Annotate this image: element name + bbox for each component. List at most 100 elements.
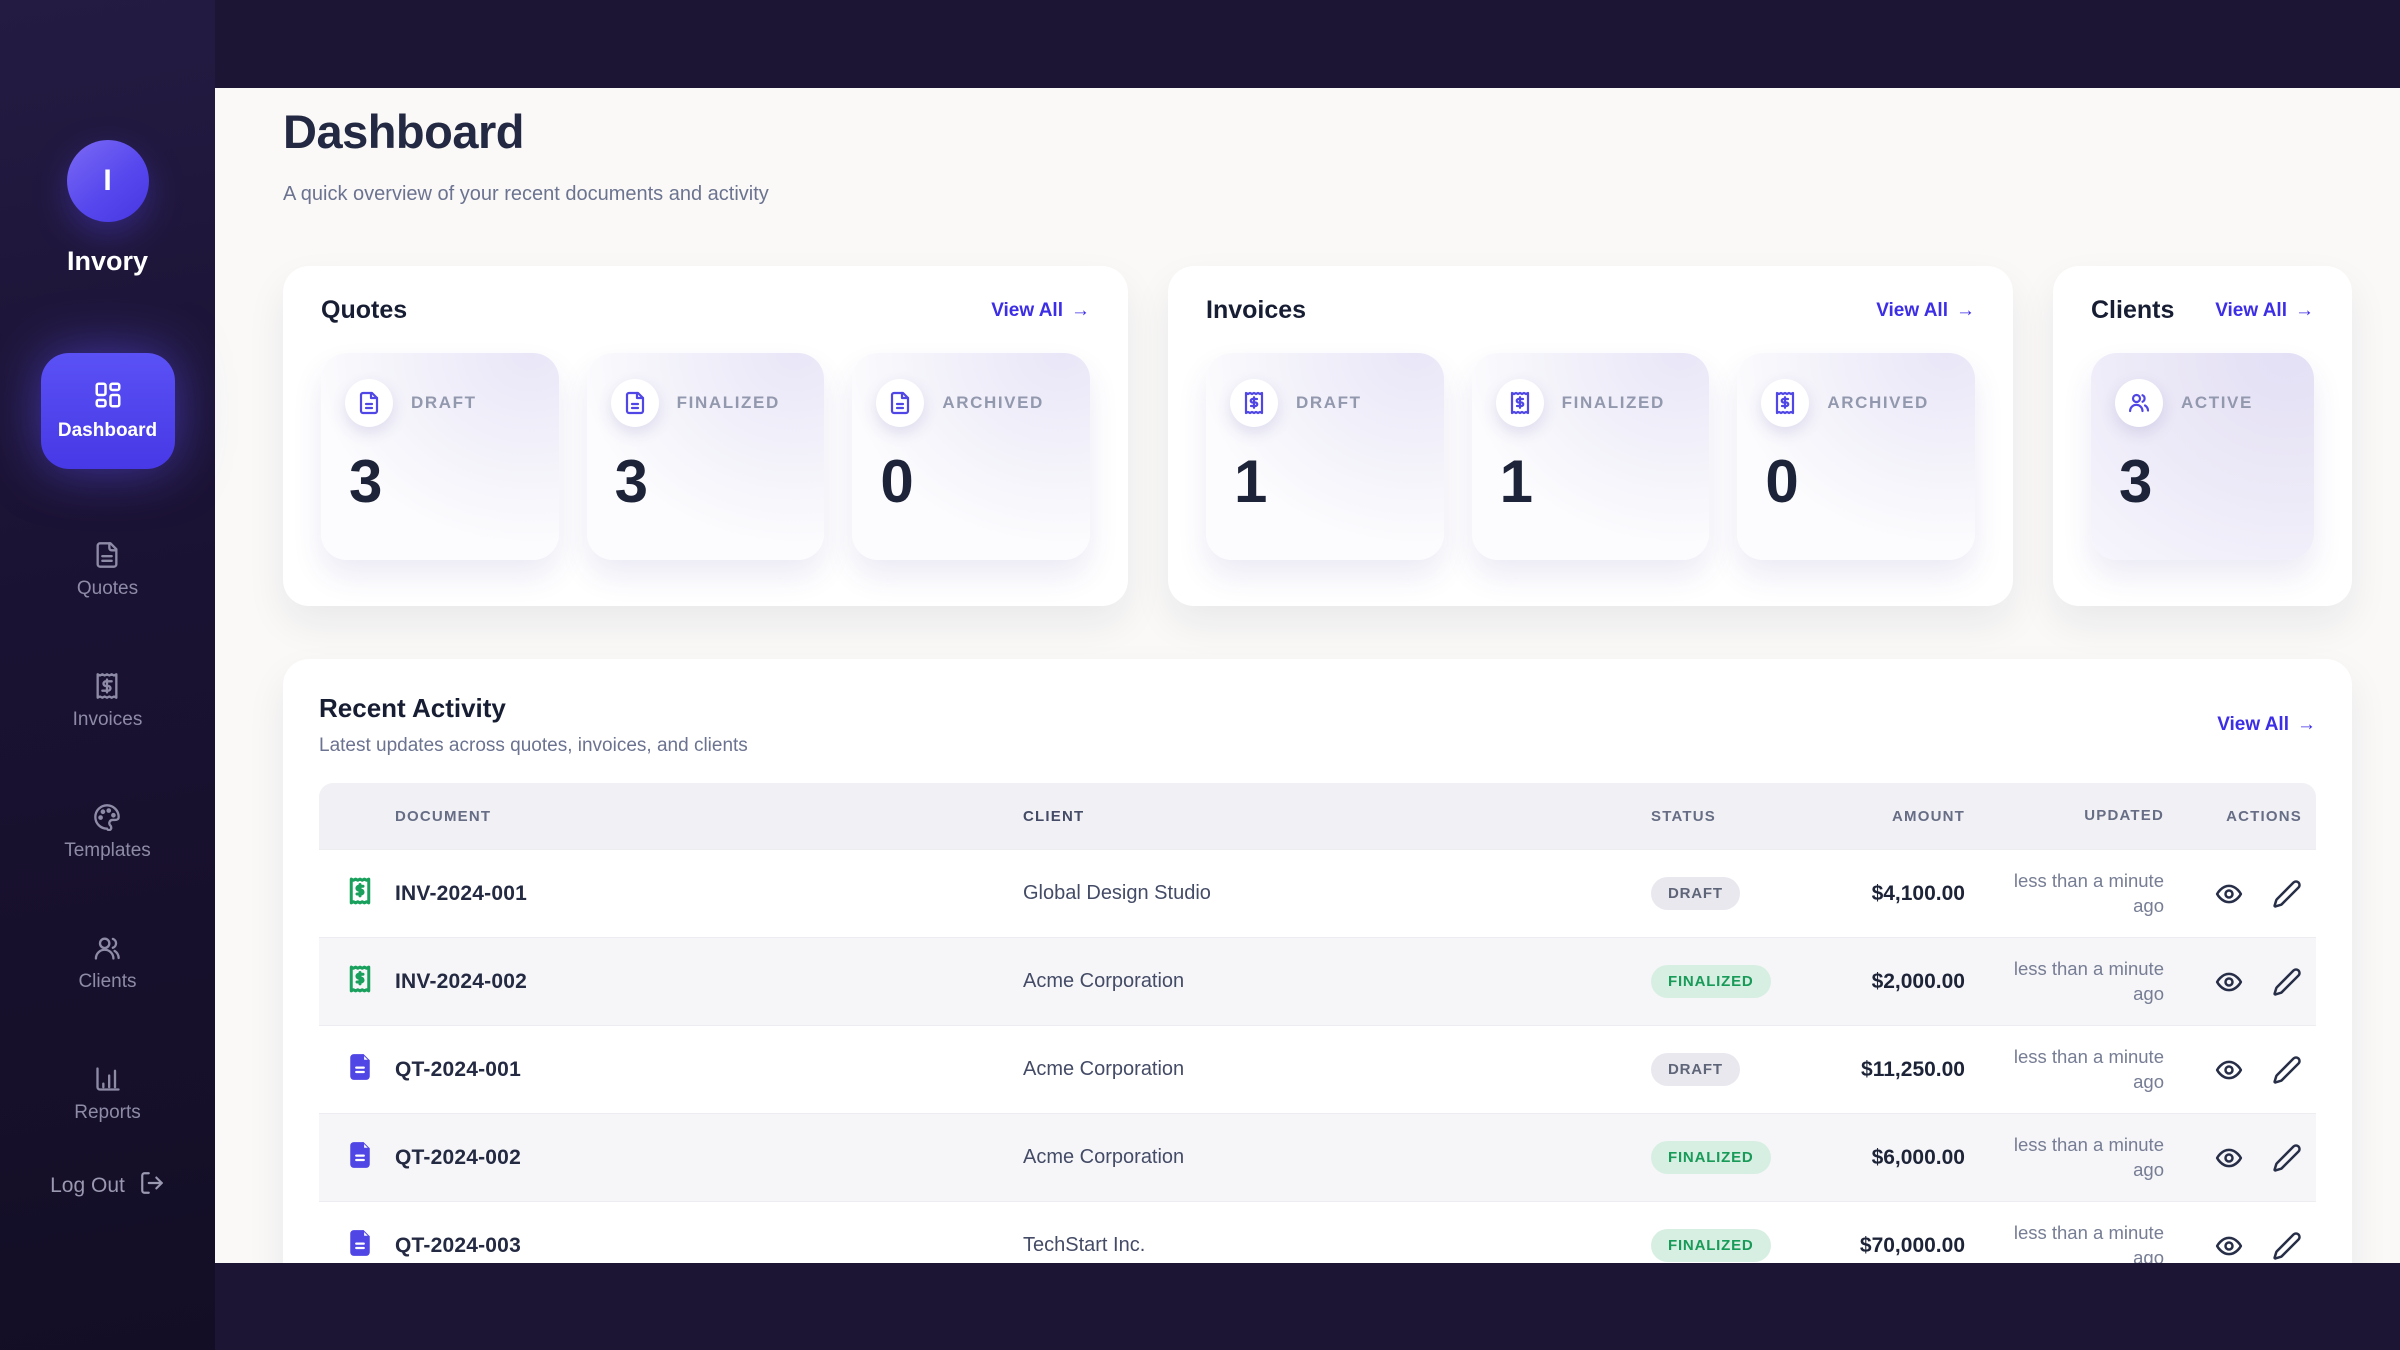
amount-value: $4,100.00 (1785, 882, 1975, 906)
view-button[interactable] (2214, 1055, 2244, 1085)
sidebar-item-templates[interactable]: Templates (64, 803, 151, 862)
receipt-icon (345, 964, 375, 1000)
file-text-icon (345, 379, 393, 427)
updated-text: less than a minute ago (1999, 869, 2164, 919)
stat-label: DRAFT (411, 393, 477, 413)
sidebar-item-label: Dashboard (58, 420, 157, 442)
invoices-view-all-link[interactable]: View All → (1876, 300, 1975, 322)
document-code: INV-2024-002 (395, 970, 527, 994)
quotes-view-all-link[interactable]: View All → (991, 300, 1090, 322)
status-badge: DRAFT (1651, 1053, 1740, 1086)
sidebar-item-dashboard[interactable]: Dashboard (41, 353, 175, 469)
recent-activity-subtitle: Latest updates across quotes, invoices, … (319, 735, 748, 757)
arrow-right-icon: → (2297, 714, 2316, 736)
pencil-icon (2275, 881, 2300, 906)
users-icon (93, 934, 121, 962)
document-code: QT-2024-003 (395, 1234, 521, 1258)
stat-label: ARCHIVED (942, 393, 1044, 413)
column-header-updated: UPDATED (1975, 806, 2170, 826)
amount-value: $2,000.00 (1785, 970, 1975, 994)
sidebar-item-label: Reports (74, 1102, 141, 1124)
status-badge: DRAFT (1651, 877, 1740, 910)
view-all-label: View All (2217, 714, 2289, 736)
clients-card: Clients View All → ACTIVE 3 (2053, 266, 2352, 606)
stat-value: 3 (615, 447, 801, 516)
updated-text: less than a minute ago (1999, 957, 2164, 1007)
file-text-icon (876, 379, 924, 427)
eye-icon (2217, 1237, 2241, 1253)
stat-value: 0 (880, 447, 1066, 516)
stat-value: 1 (1500, 447, 1686, 516)
summary-cards-row: Quotes View All → DRAFT 3 (283, 266, 2352, 606)
table-row: QT-2024-003 TechStart Inc. FINALIZED $70… (319, 1201, 2316, 1263)
receipt-icon (93, 672, 121, 700)
stat-value: 3 (349, 447, 535, 516)
file-text-icon (93, 541, 121, 569)
updated-text: less than a minute ago (1999, 1221, 2164, 1263)
edit-button[interactable] (2272, 879, 2302, 909)
column-header-document: DOCUMENT (319, 808, 1007, 825)
sidebar-item-label: Quotes (77, 578, 138, 600)
edit-button[interactable] (2272, 1055, 2302, 1085)
eye-icon (2217, 1149, 2241, 1165)
document-code: QT-2024-002 (395, 1146, 521, 1170)
eye-icon (2217, 1061, 2241, 1077)
stat-label: FINALIZED (677, 393, 780, 413)
stat-value: 1 (1234, 447, 1420, 516)
quotes-card: Quotes View All → DRAFT 3 (283, 266, 1128, 606)
stat-label: DRAFT (1296, 393, 1362, 413)
table-row: INV-2024-001 Global Design Studio DRAFT … (319, 849, 2316, 937)
pencil-icon (2275, 1233, 2300, 1258)
receipt-icon (345, 876, 375, 912)
document-code: INV-2024-001 (395, 882, 527, 906)
stat-value: 0 (1765, 447, 1951, 516)
receipt-icon (1761, 379, 1809, 427)
clients-card-title: Clients (2091, 296, 2174, 325)
table-row: INV-2024-002 Acme Corporation FINALIZED … (319, 937, 2316, 1025)
page-subtitle: A quick overview of your recent document… (283, 183, 2352, 206)
invoices-card: Invoices View All → DRAFT 1 (1168, 266, 2013, 606)
sidebar-item-quotes[interactable]: Quotes (77, 541, 138, 600)
quotes-card-title: Quotes (321, 296, 407, 325)
pencil-icon (2275, 969, 2300, 994)
view-button[interactable] (2214, 967, 2244, 997)
column-header-client: CLIENT (1007, 808, 1635, 825)
view-button[interactable] (2214, 1143, 2244, 1173)
sidebar-item-reports[interactable]: Reports (74, 1065, 141, 1124)
column-header-status: STATUS (1635, 808, 1785, 825)
file-text-icon (345, 1140, 375, 1176)
sidebar-item-clients[interactable]: Clients (78, 934, 136, 993)
table-row: QT-2024-001 Acme Corporation DRAFT $11,2… (319, 1025, 2316, 1113)
activity-view-all-link[interactable]: View All → (2217, 714, 2316, 736)
brand-logo[interactable]: I (67, 140, 149, 222)
edit-button[interactable] (2272, 967, 2302, 997)
stat-label: ACTIVE (2181, 393, 2253, 413)
view-button[interactable] (2214, 1231, 2244, 1261)
logout-button[interactable]: Log Out (50, 1170, 165, 1202)
view-button[interactable] (2214, 879, 2244, 909)
stat-value: 3 (2119, 447, 2290, 516)
edit-button[interactable] (2272, 1143, 2302, 1173)
clients-view-all-link[interactable]: View All → (2215, 300, 2314, 322)
recent-activity-title: Recent Activity (319, 693, 748, 724)
view-all-label: View All (991, 300, 1063, 322)
edit-button[interactable] (2272, 1231, 2302, 1261)
invoices-card-title: Invoices (1206, 296, 1306, 325)
brand-name: Invory (67, 246, 148, 277)
amount-value: $11,250.00 (1785, 1058, 1975, 1082)
status-badge: FINALIZED (1651, 1141, 1771, 1174)
status-badge: FINALIZED (1651, 1229, 1771, 1262)
updated-text: less than a minute ago (1999, 1133, 2164, 1183)
view-all-label: View All (2215, 300, 2287, 322)
amount-value: $70,000.00 (1785, 1234, 1975, 1258)
brand-initial: I (103, 164, 111, 198)
sidebar-item-invoices[interactable]: Invoices (73, 672, 143, 731)
stat-tile-invoices-finalized: FINALIZED 1 (1472, 353, 1710, 560)
pencil-icon (2275, 1145, 2300, 1170)
table-header-row: DOCUMENT CLIENT STATUS AMOUNT UPDATED AC… (319, 783, 2316, 849)
stat-tile-quotes-draft: DRAFT 3 (321, 353, 559, 560)
stat-tile-clients-active: ACTIVE 3 (2091, 353, 2314, 560)
arrow-right-icon: → (1071, 300, 1090, 322)
logout-icon (139, 1170, 165, 1202)
palette-icon (93, 803, 121, 831)
